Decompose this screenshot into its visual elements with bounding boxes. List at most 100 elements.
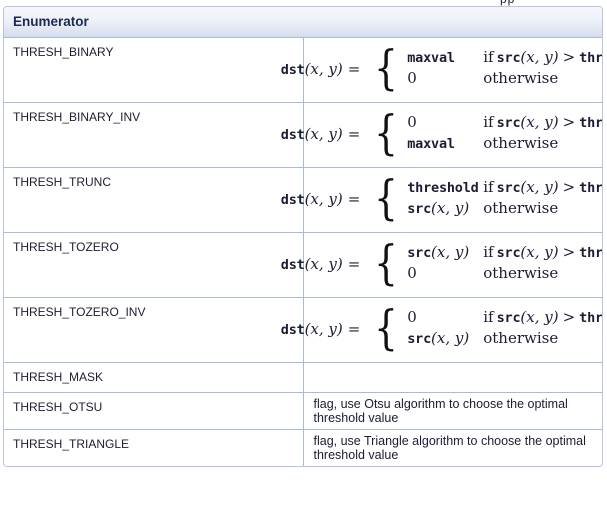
formula-cases: 0if src(x, y)>threshsrc(x, y)otherwise	[407, 308, 603, 350]
formula-brace: {	[374, 236, 399, 292]
formula-cases: thresholdif src(x, y)>threshsrc(x, y)oth…	[407, 178, 603, 220]
case-condition-operator: >	[562, 113, 576, 131]
case-condition-otherwise: otherwise	[483, 69, 559, 87]
formula-cases: 0 if src(x, y)>thresh maxval otherwise	[407, 113, 603, 155]
case-condition-function: src	[496, 310, 521, 326]
case-condition-function: src	[496, 50, 521, 66]
case-condition-rhs: thresh	[579, 180, 603, 196]
formula-left-hand-side: dst(x, y) =	[281, 60, 366, 78]
case-value-literal: threshold	[407, 180, 479, 196]
enumerator-table: Enumerator THRESH_BINARY dst(x, y) ={maxva…	[4, 7, 602, 466]
case-condition-if: if	[483, 113, 497, 131]
formula-equals: =	[347, 320, 361, 338]
case-condition-if: if	[483, 308, 497, 326]
case-value: 0	[407, 113, 483, 131]
case-condition-otherwise: otherwise	[483, 264, 559, 282]
formula-brace: {	[374, 171, 399, 227]
formula-case-row: 0 otherwise	[407, 69, 602, 90]
table-body: THRESH_BINARY dst(x, y) ={maxval if src(x, …	[4, 37, 603, 466]
case-value: src(x, y)	[407, 199, 483, 217]
case-condition: if src(x, y)>thresh	[483, 178, 603, 196]
case-condition-args: (x, y)	[520, 308, 559, 326]
enumerator-description: flag, use Otsu algorithm to choose the o…	[313, 397, 568, 425]
table-row: THRESH_TRIANGLE flag, use Triangle algori…	[4, 429, 602, 466]
case-condition-otherwise: otherwise	[483, 199, 559, 217]
formula-case-row: thresholdif src(x, y)>thresh	[407, 178, 603, 199]
formula-lhs-function: dst	[280, 257, 305, 273]
case-condition-rhs: thresh	[579, 115, 603, 131]
case-value: src(x, y)	[407, 329, 483, 347]
table-row: THRESH_TRUNC dst(x, y) ={threshold if src(x…	[4, 167, 602, 233]
case-condition-operator: >	[562, 48, 576, 66]
enumerator-name-cell: THRESH_TRUNC	[4, 167, 304, 233]
formula-case-row: src(x, y) otherwise	[407, 199, 602, 220]
enumerator-name-cell: THRESH_TRIANGLE	[4, 429, 304, 466]
table-row: THRESH_OTSU flag, use Otsu algorithm to c…	[4, 392, 602, 430]
formula-case-row: src(x, y) otherwise	[407, 329, 602, 350]
formula: dst(x, y)={maxvalif src(x, y)>thresh0oth…	[281, 42, 602, 98]
formula-equals: =	[347, 190, 361, 208]
enumerator-name: THRESH_TRUNC	[13, 175, 112, 189]
table-row: THRESH_TOZERO_INV dst(x, y) ={0 if src(x, y…	[4, 297, 602, 363]
enumerator-name: THRESH_TOZERO_INV	[13, 305, 146, 319]
formula-brace: {	[374, 106, 399, 162]
formula-equals: =	[347, 255, 361, 273]
enumerator-name: THRESH_BINARY_INV	[13, 110, 141, 124]
case-condition-args: (x, y)	[520, 243, 559, 261]
formula-lhs-args: (x, y)	[304, 190, 343, 208]
case-condition-rhs: thresh	[579, 310, 603, 326]
case-condition-rhs: thresh	[579, 50, 603, 66]
enumerator-description-cell: dst(x, y)={0if src(x, y)>threshsrc(x, y)…	[281, 297, 602, 363]
formula-case-row: 0 otherwise	[407, 264, 602, 285]
enumerator-description-cell	[303, 362, 602, 393]
case-condition: if src(x, y)>thresh	[483, 243, 603, 261]
case-condition-otherwise: otherwise	[483, 134, 559, 152]
formula: dst(x, y)={0if src(x, y)>threshsrc(x, y)…	[281, 302, 602, 358]
formula-inner: dst(x, y)={src(x, y)if src(x, y)>thresh0…	[281, 236, 603, 292]
case-value-args: (x, y)	[431, 329, 470, 347]
case-condition-function: src	[496, 245, 521, 261]
enumerator-description-cell: dst(x, y)={0if src(x, y)>threshmaxvaloth…	[281, 102, 603, 168]
case-condition-if: if	[483, 178, 497, 196]
formula-left-hand-side: dst(x, y) =	[281, 320, 366, 338]
formula-case-row: src(x, y)if src(x, y)>thresh	[407, 243, 603, 264]
formula-case-row: maxval otherwise	[407, 134, 602, 155]
case-condition: otherwise	[483, 264, 558, 282]
case-value-function: src	[407, 201, 432, 217]
case-condition: if src(x, y)>thresh	[483, 308, 603, 326]
case-condition-operator: >	[562, 243, 576, 261]
formula-brace: {	[374, 301, 399, 357]
case-value: src(x, y)	[407, 243, 483, 261]
enumerator-name-cell: THRESH_BINARY_INV	[4, 102, 304, 168]
case-value-literal: maxval	[407, 136, 455, 152]
enumerator-name-cell: THRESH_TOZERO	[4, 232, 304, 298]
case-condition-rhs: thresh	[579, 245, 603, 261]
formula-lhs-function: dst	[280, 322, 305, 338]
formula-left-hand-side: dst(x, y) =	[281, 255, 366, 273]
case-value: 0	[407, 264, 483, 282]
case-value: 0	[407, 308, 483, 326]
formula-inner: dst(x, y)={0if src(x, y)>threshsrc(x, y)…	[281, 301, 603, 357]
formula-case-row: 0 if src(x, y)>thresh	[407, 113, 603, 134]
formula-equals: =	[347, 125, 361, 143]
case-value-function: src	[407, 331, 432, 347]
enumerator-description-cell: dst(x, y)={thresholdif src(x, y)>threshs…	[281, 167, 602, 233]
enumerator-description-cell: dst(x, y)={maxvalif src(x, y)>thresh0oth…	[281, 37, 602, 103]
case-value: 0	[407, 69, 483, 87]
case-condition-args: (x, y)	[520, 178, 559, 196]
column-header-enumerator: Enumerator	[4, 7, 602, 38]
enumerator-name: THRESH_TRIANGLE	[13, 437, 130, 451]
formula-inner: dst(x, y)={thresholdif src(x, y)>threshs…	[281, 171, 603, 227]
case-condition: if src(x, y)>thresh	[483, 113, 603, 131]
case-value: maxval	[407, 49, 483, 66]
table-row: THRESH_BINARY dst(x, y) ={maxval if src(x, …	[4, 37, 602, 103]
formula-case-row: 0 if src(x, y)>thresh	[407, 308, 603, 329]
enumerator-name-cell: THRESH_MASK	[4, 362, 304, 393]
formula-lhs-args: (x, y)	[304, 255, 343, 273]
enumerator-name: THRESH_TOZERO	[13, 240, 119, 254]
case-value-literal: 0	[407, 264, 417, 282]
case-condition-if: if	[483, 48, 497, 66]
formula-cases: src(x, y)if src(x, y)>thresh0otherwise	[407, 243, 603, 285]
case-value: maxval	[407, 135, 483, 152]
case-condition-function: src	[496, 180, 521, 196]
